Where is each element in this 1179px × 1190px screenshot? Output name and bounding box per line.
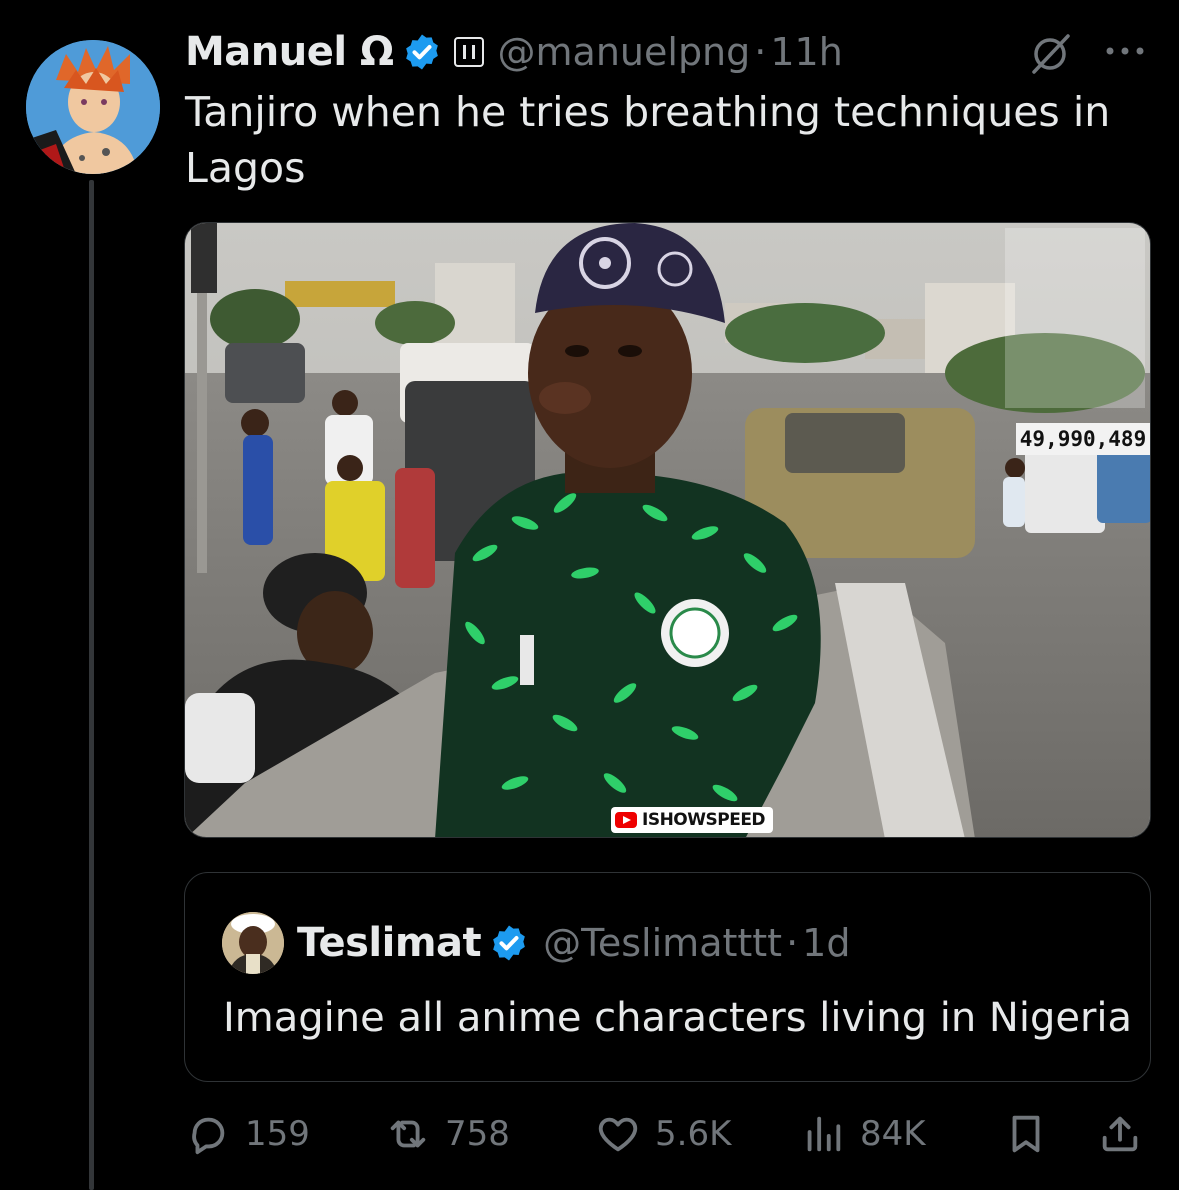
viewer-count: 49,990,489: [1016, 423, 1150, 455]
views-chart-icon: [807, 1116, 841, 1152]
stream-screenshot: [185, 223, 1150, 837]
youtube-icon: [615, 812, 637, 828]
bookmark-icon: [1012, 1115, 1040, 1153]
views-button[interactable]: 84K: [800, 1106, 926, 1162]
reply-count: 159: [245, 1114, 310, 1154]
repost-icon: [390, 1120, 426, 1148]
author-avatar[interactable]: [26, 40, 160, 174]
repost-count: 758: [445, 1114, 510, 1154]
watermark: ISHOWSPEED: [611, 807, 774, 833]
tweet-timestamp[interactable]: 11h: [770, 30, 842, 74]
quote-author-avatar[interactable]: [222, 912, 284, 974]
tweet-text: Tanjiro when he tries breathing techniqu…: [185, 88, 1111, 192]
quote-handle[interactable]: @Teslimatttt: [543, 921, 782, 965]
quote-timestamp[interactable]: 1d: [802, 921, 850, 965]
repost-button[interactable]: 758: [385, 1106, 510, 1162]
reply-button[interactable]: 159: [185, 1106, 310, 1162]
views-count: 84K: [860, 1114, 926, 1154]
affiliate-badge-icon[interactable]: [453, 37, 484, 67]
action-bar: 159 758 5.6K 84K: [185, 1106, 1155, 1162]
author-handle[interactable]: @manuelpng: [498, 30, 751, 74]
verified-badge-icon: [405, 34, 438, 70]
quote-text: Imagine all anime characters living in N…: [223, 995, 1133, 1041]
quoted-tweet[interactable]: Teslimat @Teslimatttt · 1d Imagine all a…: [184, 872, 1151, 1082]
author-display-name[interactable]: Manuel Ω: [185, 29, 394, 75]
watermark-text: ISHOWSPEED: [642, 810, 766, 830]
anime-avatar-icon: [26, 40, 160, 174]
person-avatar-icon: [222, 912, 284, 974]
like-button[interactable]: 5.6K: [595, 1106, 731, 1162]
thread-line: [89, 180, 94, 1190]
reply-icon: [192, 1117, 225, 1155]
tweet-media-image[interactable]: 49,990,489 ISHOWSPEED: [184, 222, 1151, 838]
more-options-icon[interactable]: [1102, 38, 1148, 64]
verified-badge-icon: [493, 925, 525, 961]
separator-dot: ·: [786, 921, 799, 965]
quote-display-name[interactable]: Teslimat: [297, 920, 482, 966]
grok-icon[interactable]: [1028, 30, 1074, 76]
bookmark-button[interactable]: [1003, 1106, 1063, 1162]
share-button[interactable]: [1097, 1106, 1157, 1162]
share-icon: [1102, 1116, 1138, 1152]
tweet-header: Manuel Ω @manuelpng · 11h: [185, 24, 1155, 80]
separator-dot: ·: [754, 30, 767, 74]
like-count: 5.6K: [655, 1114, 732, 1154]
heart-icon: [598, 1117, 638, 1152]
quote-header: Teslimat @Teslimatttt · 1d: [297, 913, 850, 973]
